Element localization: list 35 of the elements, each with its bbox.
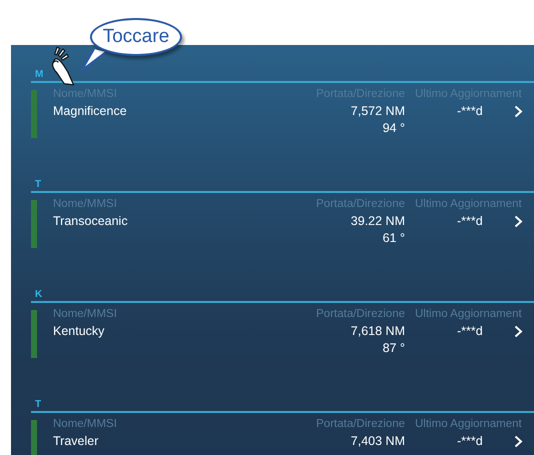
vessel-name: Magnificence (53, 103, 127, 120)
column-label: Nome/MMSI (53, 307, 117, 322)
vessel-name: Kentucky (53, 323, 104, 340)
update-value: -***d (457, 323, 483, 340)
bearing-value: 61 ° (382, 230, 405, 247)
group-letter: T (34, 398, 42, 411)
update-value: -***d (457, 213, 483, 230)
chevron-right-icon[interactable] (514, 325, 523, 338)
tapping-finger-icon (50, 46, 76, 86)
update-value: -***d (457, 103, 483, 120)
callout-text: Toccare (102, 26, 170, 48)
chevron-right-icon[interactable] (514, 215, 523, 228)
range-value: 7,572 NM (350, 103, 405, 120)
column-label: Nome/MMSI (53, 417, 117, 432)
column-label: Ultimo Aggiornament (415, 417, 522, 432)
bearing-value: 94 ° (382, 120, 405, 137)
column-label: Ultimo Aggiornament (415, 307, 522, 322)
status-bar (31, 310, 37, 358)
status-bar (31, 420, 37, 455)
column-label: Portata/Direzione (316, 307, 405, 322)
vessel-name: Traveler (53, 433, 98, 450)
range-value: 7,403 NM (350, 433, 405, 450)
vessel-name: Transoceanic (53, 213, 128, 230)
chevron-right-icon[interactable] (514, 435, 523, 448)
group-letter: K (34, 288, 44, 301)
column-label: Portata/Direzione (316, 417, 405, 432)
update-value: -***d (457, 433, 483, 450)
bearing-value: 87 ° (382, 340, 405, 357)
status-bar (31, 90, 37, 138)
status-bar (31, 200, 37, 248)
range-value: 7,618 NM (350, 323, 405, 340)
group-letter: M (34, 68, 44, 81)
group-letter: T (34, 178, 42, 191)
range-value: 39.22 NM (350, 213, 405, 230)
chevron-right-icon[interactable] (514, 105, 523, 118)
